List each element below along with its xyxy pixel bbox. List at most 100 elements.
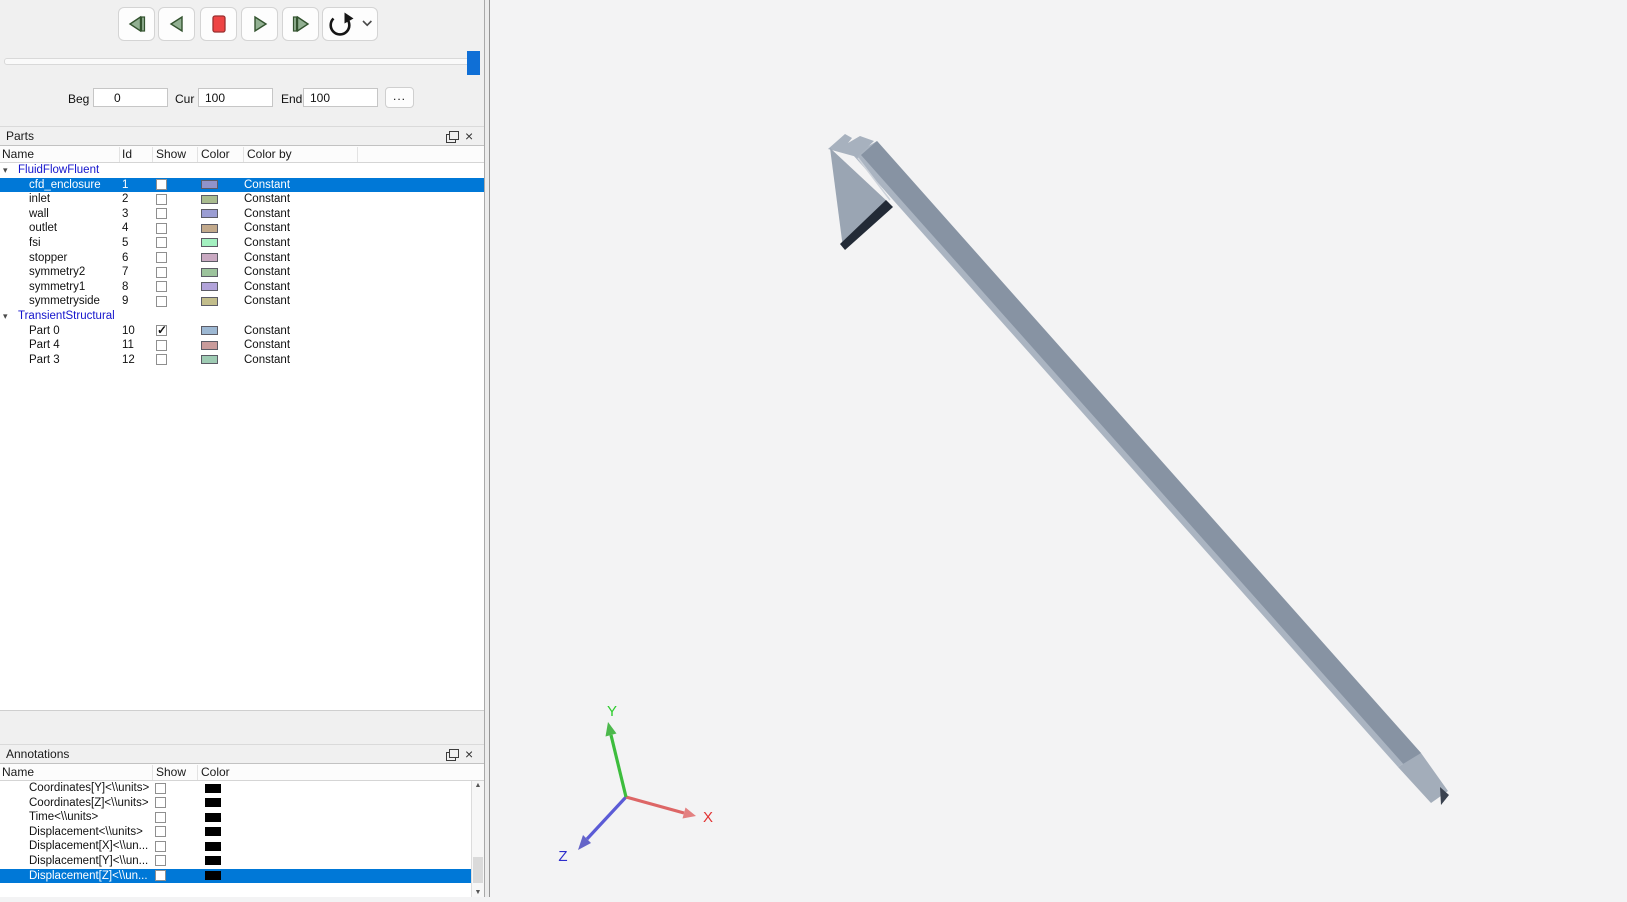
col-show[interactable]: Show — [156, 147, 198, 162]
color-swatch[interactable] — [201, 209, 218, 219]
show-checkbox[interactable]: ✓ — [156, 323, 167, 337]
expander-icon[interactable]: ▾ — [3, 163, 8, 178]
cur-input[interactable] — [198, 88, 273, 107]
show-checkbox[interactable] — [156, 222, 167, 234]
cur-label: Cur — [175, 92, 195, 106]
list-item[interactable]: Time<\\units> — [0, 810, 484, 825]
col-show[interactable]: Show — [156, 765, 198, 780]
show-checkbox[interactable] — [155, 782, 166, 794]
list-item[interactable]: Displacement[X]<\\un... — [0, 839, 484, 854]
show-checkbox[interactable] — [156, 339, 167, 351]
control-sidebar: Beg Cur End ... Parts × Name Id Show Col… — [0, 0, 484, 897]
show-checkbox[interactable] — [155, 870, 166, 882]
beam-part[interactable] — [828, 134, 1449, 805]
show-checkbox[interactable] — [155, 855, 166, 867]
color-swatch[interactable] — [201, 282, 218, 292]
list-item[interactable]: Displacement[Y]<\\un... — [0, 854, 484, 869]
show-checkbox[interactable] — [156, 295, 167, 307]
show-checkbox[interactable] — [155, 840, 166, 852]
color-swatch[interactable] — [205, 812, 221, 822]
table-row[interactable]: inlet 2 Constant — [0, 192, 484, 207]
table-row[interactable]: fsi 5 Constant — [0, 236, 484, 251]
loop-playback-button[interactable] — [322, 7, 378, 41]
close-icon[interactable]: × — [465, 746, 473, 763]
timeline-options-button[interactable]: ... — [385, 87, 414, 108]
col-name[interactable]: Name — [2, 147, 120, 162]
color-swatch[interactable] — [201, 326, 218, 336]
show-checkbox[interactable] — [156, 193, 167, 205]
color-swatch[interactable] — [201, 340, 218, 350]
show-checkbox[interactable] — [156, 354, 167, 366]
color-swatch[interactable] — [201, 355, 218, 365]
step-backward-button[interactable] — [118, 7, 155, 41]
color-swatch[interactable] — [201, 180, 218, 190]
color-swatch[interactable] — [201, 223, 218, 233]
list-item[interactable]: Coordinates[Z]<\\units> — [0, 796, 484, 811]
show-checkbox[interactable] — [155, 797, 166, 809]
col-id[interactable]: Id — [122, 147, 153, 162]
end-input[interactable] — [303, 88, 378, 107]
play-backward-icon — [169, 15, 183, 33]
time-slider-handle[interactable] — [467, 51, 480, 75]
show-checkbox[interactable] — [155, 826, 166, 838]
table-row[interactable]: stopper 6 Constant — [0, 251, 484, 266]
color-swatch[interactable] — [205, 841, 221, 851]
play-forward-button[interactable] — [241, 7, 278, 41]
table-row[interactable]: outlet 4 Constant — [0, 221, 484, 236]
color-swatch[interactable] — [205, 827, 221, 837]
color-swatch[interactable] — [201, 238, 218, 248]
annotations-scrollbar[interactable]: ▲ ▼ — [471, 781, 484, 897]
col-colorby[interactable]: Color by — [247, 147, 358, 162]
loop-icon — [329, 12, 372, 36]
color-swatch[interactable] — [201, 296, 218, 306]
tree-group-fluidflowfluent[interactable]: ▾ FluidFlowFluent — [0, 163, 484, 178]
stop-button[interactable] — [200, 7, 237, 41]
list-item[interactable]: Displacement[Z]<\\un... — [0, 868, 484, 884]
show-checkbox[interactable] — [155, 811, 166, 823]
scrollbar-thumb[interactable] — [473, 857, 483, 883]
scroll-up-icon[interactable]: ▲ — [472, 782, 484, 789]
float-panel-icon[interactable] — [446, 131, 459, 143]
show-checkbox[interactable] — [156, 237, 167, 249]
show-checkbox[interactable] — [156, 179, 167, 191]
table-row[interactable]: symmetryside 9 Constant — [0, 294, 484, 309]
3d-viewport[interactable]: Z X Y — [490, 0, 1627, 897]
color-swatch[interactable] — [205, 856, 221, 866]
beg-input[interactable] — [93, 88, 168, 107]
table-row[interactable]: symmetry1 8 Constant — [0, 280, 484, 295]
x-arrowhead-icon — [682, 807, 696, 819]
table-row[interactable]: symmetry2 7 Constant — [0, 265, 484, 280]
float-panel-icon[interactable] — [446, 749, 459, 761]
color-swatch[interactable] — [205, 783, 221, 793]
table-row[interactable]: Part 4 11 Constant — [0, 338, 484, 353]
x-axis — [625, 795, 685, 815]
scene-canvas[interactable]: Z X Y — [490, 0, 1627, 897]
color-swatch[interactable] — [201, 253, 218, 263]
color-swatch[interactable] — [205, 798, 221, 808]
show-checkbox[interactable] — [156, 252, 167, 264]
y-axis — [609, 734, 628, 798]
show-checkbox[interactable] — [156, 266, 167, 278]
step-forward-button[interactable] — [282, 7, 319, 41]
table-row[interactable]: Part 3 12 Constant — [0, 353, 484, 368]
color-swatch[interactable] — [201, 194, 218, 204]
close-icon[interactable]: × — [465, 128, 473, 145]
col-name[interactable]: Name — [2, 765, 153, 780]
color-swatch[interactable] — [201, 267, 218, 277]
tree-group-transientstructural[interactable]: ▾ TransientStructural — [0, 309, 484, 324]
time-slider-track[interactable] — [4, 58, 480, 65]
list-item[interactable]: Displacement<\\units> — [0, 825, 484, 840]
scroll-down-icon[interactable]: ▼ — [472, 889, 484, 896]
table-row[interactable]: cfd_enclosure 1 Constant — [0, 177, 484, 193]
col-color[interactable]: Color — [201, 765, 311, 780]
table-row[interactable]: Part 0 10 ✓ Constant — [0, 323, 484, 339]
annotations-list: Coordinates[Y]<\\units> Coordinates[Z]<\… — [0, 781, 484, 897]
show-checkbox[interactable] — [156, 208, 167, 220]
play-backward-button[interactable] — [158, 7, 195, 41]
show-checkbox[interactable] — [156, 281, 167, 293]
expander-icon[interactable]: ▾ — [3, 309, 8, 324]
list-item[interactable]: Coordinates[Y]<\\units> — [0, 781, 484, 796]
col-color[interactable]: Color — [201, 147, 244, 162]
table-row[interactable]: wall 3 Constant — [0, 207, 484, 222]
color-swatch[interactable] — [205, 871, 221, 881]
